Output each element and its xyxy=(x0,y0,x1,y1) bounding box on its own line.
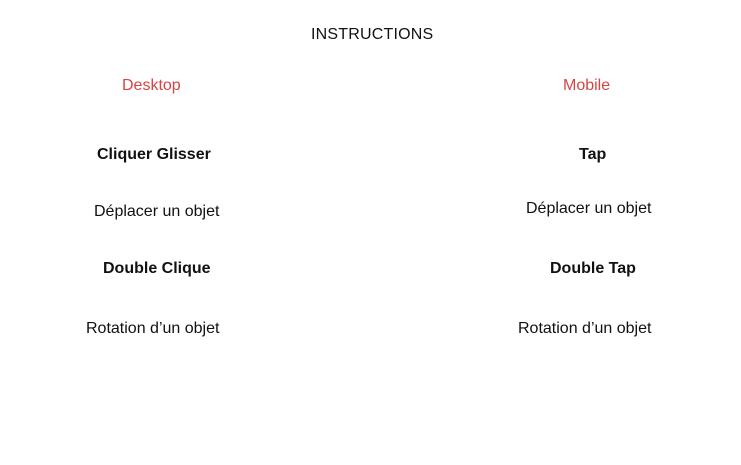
page-title: INSTRUCTIONS xyxy=(311,26,434,43)
desktop-action-drag: Cliquer Glisser xyxy=(97,146,211,163)
mobile-description-move: Déplacer un objet xyxy=(526,200,652,217)
desktop-action-double-click: Double Clique xyxy=(103,260,211,277)
desktop-description-move: Déplacer un objet xyxy=(94,203,220,220)
desktop-description-rotate: Rotation d’un objet xyxy=(86,320,220,337)
mobile-action-tap: Tap xyxy=(579,146,607,163)
desktop-heading: Desktop xyxy=(122,77,181,94)
mobile-action-double-tap: Double Tap xyxy=(550,260,636,277)
mobile-heading: Mobile xyxy=(563,77,611,94)
mobile-description-rotate: Rotation d’un objet xyxy=(518,320,652,337)
